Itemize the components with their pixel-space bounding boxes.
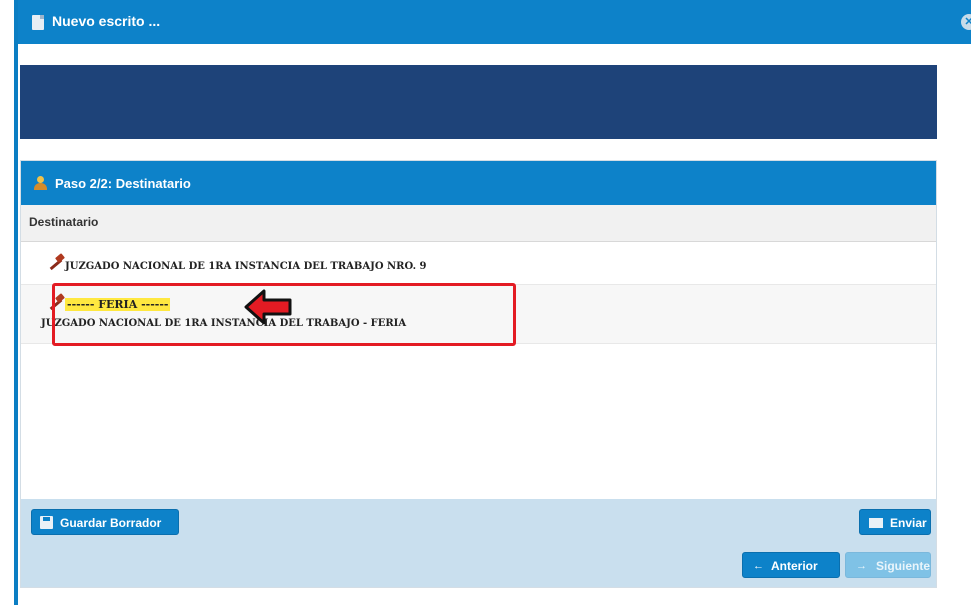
save-draft-label: Guardar Borrador: [60, 516, 162, 530]
arrow-left-icon: ←: [753, 560, 764, 572]
recipient-row[interactable]: JUZGADO NACIONAL DE 1RA INSTANCIA DEL TR…: [21, 242, 936, 285]
panel-header: Paso 2/2: Destinatario: [21, 161, 936, 205]
close-icon[interactable]: ✕: [961, 14, 971, 30]
floppy-icon: [40, 516, 53, 529]
recipient-name: JUZGADO NACIONAL DE 1RA INSTANCIA DEL TR…: [65, 261, 427, 272]
previous-label: Anterior: [771, 559, 818, 573]
send-label: Enviar: [890, 516, 927, 530]
previous-button[interactable]: ← Anterior: [742, 552, 840, 578]
arrow-right-icon: →: [856, 560, 867, 572]
step-title: Paso 2/2: Destinatario: [55, 176, 191, 191]
gavel-icon: [47, 253, 65, 271]
column-header: Destinatario: [21, 205, 936, 242]
save-draft-button[interactable]: Guardar Borrador: [31, 509, 179, 535]
next-label: Siguiente: [876, 559, 931, 573]
dialog-titlebar: Nuevo escrito ... ✕: [18, 0, 971, 44]
panel-footer: Guardar Borrador Enviar ← Anterior → Sig…: [21, 499, 936, 587]
send-button[interactable]: Enviar: [859, 509, 931, 535]
column-header-label: Destinatario: [29, 215, 99, 229]
pointer-arrow-icon: [244, 289, 292, 325]
envelope-icon: [869, 518, 883, 528]
dialog-title: Nuevo escrito ...: [52, 13, 161, 29]
document-icon: [32, 15, 44, 30]
user-icon: [33, 176, 47, 190]
banner: [20, 65, 937, 139]
next-button[interactable]: → Siguiente: [845, 552, 931, 578]
recipient-panel: Paso 2/2: Destinatario Destinatario JUZG…: [20, 160, 937, 588]
